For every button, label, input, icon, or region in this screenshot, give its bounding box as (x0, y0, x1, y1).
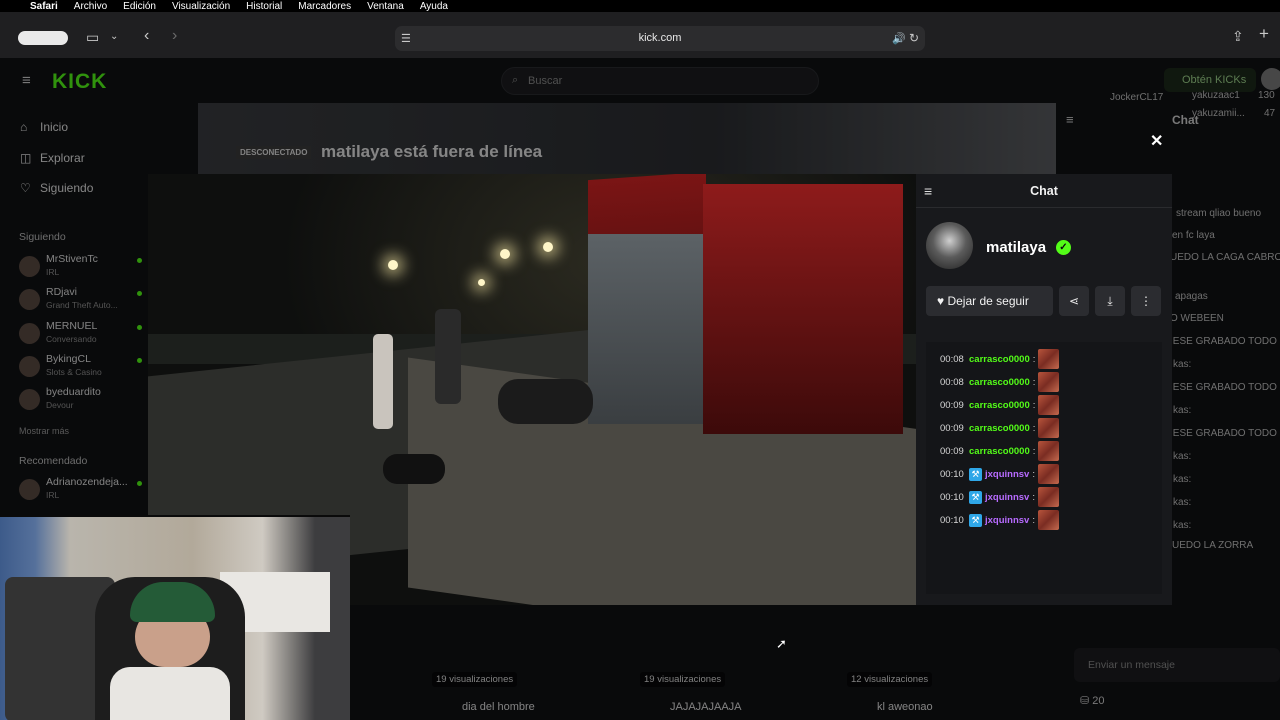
message-separator: : (1032, 491, 1035, 503)
emote-icon (1038, 372, 1060, 392)
message-separator: : (1032, 353, 1036, 365)
message-time: 00:10 (940, 491, 964, 503)
message-username[interactable]: carrasco0000 (969, 400, 1030, 411)
speaker-icon[interactable]: 🔊 (892, 32, 906, 46)
more-vertical-icon: ⋮ (1140, 294, 1152, 308)
message-separator: : (1032, 514, 1035, 526)
menu-archivo[interactable]: Archivo (74, 1, 107, 12)
message-separator: : (1032, 399, 1036, 411)
message-time: 00:10 (940, 514, 964, 526)
tab-overview-button[interactable] (18, 31, 68, 45)
chat-title: Chat (1030, 184, 1058, 198)
sidebar-icon[interactable]: ▭ (86, 30, 99, 44)
video-streetlight (500, 249, 510, 259)
video-dark-object (383, 454, 445, 484)
unfollow-button[interactable]: ♥ Dejar de seguir (926, 286, 1053, 316)
chat-message: 00:08 carrasco0000: (940, 372, 1060, 392)
message-username[interactable]: jxquinnsv (985, 515, 1029, 526)
menu-historial[interactable]: Historial (246, 1, 282, 12)
message-username[interactable]: carrasco0000 (969, 354, 1030, 365)
share-icon[interactable]: ⇪ (1232, 29, 1244, 43)
message-time: 00:09 (940, 422, 964, 434)
video-truck-front (703, 184, 903, 434)
video-person (435, 309, 461, 404)
back-icon[interactable]: ‹ (144, 28, 149, 44)
chevron-down-icon[interactable]: ⌄ (110, 30, 118, 44)
emote-icon (1038, 441, 1060, 461)
message-time: 00:09 (940, 445, 964, 457)
message-separator: : (1032, 445, 1036, 457)
menu-edicion[interactable]: Edición (123, 1, 156, 12)
channel-name[interactable]: matilaya (986, 239, 1046, 256)
message-username[interactable]: jxquinnsv (985, 469, 1029, 480)
emote-icon (1037, 510, 1059, 530)
chat-message: 00:08 carrasco0000: (940, 349, 1060, 369)
message-username[interactable]: jxquinnsv (985, 492, 1029, 503)
emote-icon (1037, 464, 1059, 484)
chat-message-list: 00:08 carrasco0000:00:08 carrasco0000:00:0… (926, 342, 1162, 594)
menu-marcadores[interactable]: Marcadores (298, 1, 351, 12)
reload-icon[interactable]: ↻ (909, 31, 919, 45)
unfollow-label: Dejar de seguir (947, 294, 1029, 308)
menu-visualizacion[interactable]: Visualización (172, 1, 230, 12)
share-icon: ⋖ (1068, 294, 1080, 308)
message-time: 00:08 (940, 376, 964, 388)
url-text: kick.com (638, 32, 682, 44)
video-streetlight (478, 279, 485, 286)
channel-avatar[interactable] (926, 222, 973, 269)
download-button[interactable]: ⤓ (1095, 286, 1125, 316)
video-person (373, 334, 393, 429)
hammer-badge-icon: ⚒ (969, 490, 982, 504)
menu-app-name[interactable]: Safari (30, 1, 58, 12)
emote-icon (1038, 418, 1060, 438)
message-time: 00:10 (940, 468, 964, 480)
video-streetlight (388, 260, 398, 270)
new-tab-icon[interactable]: + (1259, 25, 1269, 42)
message-separator: : (1032, 468, 1035, 480)
chat-message: 00:09 carrasco0000: (940, 418, 1060, 438)
chat-message: 00:09 carrasco0000: (940, 395, 1060, 415)
menu-ventana[interactable]: Ventana (367, 1, 404, 12)
clip-chat-panel: ≡ Chat matilaya ✓ ♥ Dejar de seguir ⋖ ⤓ … (916, 174, 1172, 605)
share-button[interactable]: ⋖ (1059, 286, 1089, 316)
chat-message: 00:10 ⚒ jxquinnsv: (940, 510, 1059, 530)
message-username[interactable]: carrasco0000 (969, 377, 1030, 388)
emote-icon (1037, 487, 1059, 507)
emote-icon (1038, 349, 1060, 369)
message-username[interactable]: carrasco0000 (969, 423, 1030, 434)
streamer-webcam (0, 515, 350, 720)
download-icon: ⤓ (1107, 294, 1113, 308)
address-bar[interactable]: ☰ kick.com 🔊 ↻ (395, 26, 925, 51)
message-time: 00:09 (940, 399, 964, 411)
message-time: 00:08 (940, 353, 964, 365)
video-people-ground (498, 379, 593, 424)
forward-icon[interactable]: › (172, 28, 177, 44)
close-icon[interactable]: ✕ (1150, 131, 1163, 151)
chat-message: 00:09 carrasco0000: (940, 441, 1060, 461)
chat-header: ≡ Chat (916, 174, 1172, 208)
heart-icon: ♥ (937, 294, 948, 308)
mouse-cursor-icon: ➚ (776, 636, 787, 651)
hammer-badge-icon: ⚒ (969, 513, 982, 527)
browser-toolbar: ▭ ⌄ ‹ › ☰ kick.com 🔊 ↻ ⇪ + (0, 12, 1280, 58)
video-streetlight (543, 242, 553, 252)
chat-message: 00:10 ⚒ jxquinnsv: (940, 487, 1059, 507)
more-button[interactable]: ⋮ (1131, 286, 1161, 316)
verified-icon: ✓ (1056, 240, 1071, 255)
message-separator: : (1032, 422, 1036, 434)
message-separator: : (1032, 376, 1036, 388)
chat-message: 00:10 ⚒ jxquinnsv: (940, 464, 1059, 484)
hammer-badge-icon: ⚒ (969, 467, 982, 481)
message-username[interactable]: carrasco0000 (969, 446, 1030, 457)
emote-icon (1038, 395, 1060, 415)
menu-ayuda[interactable]: Ayuda (420, 1, 448, 12)
menu-bar: Safari Archivo Edición Visualización His… (0, 0, 1280, 12)
webcam-shirt (110, 667, 230, 720)
